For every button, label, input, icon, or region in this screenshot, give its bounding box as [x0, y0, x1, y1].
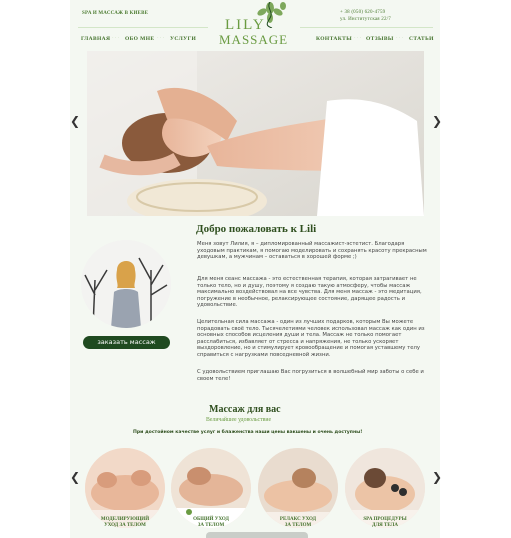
service-image-general[interactable] [171, 448, 251, 528]
nav-item-services[interactable]: УСЛУГИ [170, 36, 196, 42]
order-massage-button[interactable]: заказать массаж [83, 336, 170, 349]
bottom-tab[interactable] [206, 532, 308, 538]
nav-separator: · · · [157, 36, 165, 41]
welcome-paragraph: Меня зовут Лилия, я – дипломированный ма… [197, 241, 427, 260]
nav-separator: · · · [354, 36, 362, 41]
service-label-relax: РЕЛАКС УХОД ЗА ТЕЛОМ [258, 517, 338, 528]
chevron-left-icon[interactable]: ❮ [70, 470, 80, 484]
service-label-general: ОБЩИЙ УХОД ЗА ТЕЛОМ [171, 517, 251, 528]
services-title: Массаж для вас [209, 404, 281, 415]
service-label-line: SPA ПРОЦЕДУРЫ [363, 517, 407, 522]
nav-item-articles[interactable]: СТАТЬИ [409, 36, 434, 42]
chevron-left-icon[interactable]: ❮ [70, 114, 80, 128]
nav-item-reviews[interactable]: ОТЗЫВЫ [366, 36, 394, 42]
chevron-right-icon[interactable]: ❯ [432, 470, 442, 484]
service-label-modeling: МОДЕЛИРУЮЩИЙ УХОД ЗА ТЕЛОМ [85, 517, 165, 528]
chevron-right-icon[interactable]: ❯ [432, 114, 442, 128]
services-subtitle: Величайшее удовольствие [206, 417, 272, 423]
services-note: При достойном качестве услуг и блаженств… [133, 430, 363, 435]
hero-slide-image [87, 51, 424, 216]
welcome-title: Добро пожаловать к Lili [196, 223, 317, 235]
nav-separator: · · · [396, 36, 404, 41]
nav-item-home[interactable]: ГЛАВНАЯ [81, 36, 110, 42]
welcome-paragraph: С удовольствием приглашаю Вас погрузитьс… [197, 369, 424, 382]
header-divider-right [300, 27, 433, 28]
therapist-photo [81, 240, 171, 328]
service-label-line: ДЛЯ ТЕЛА [372, 522, 398, 528]
service-label-spa: SPA ПРОЦЕДУРЫ ДЛЯ ТЕЛА [345, 517, 425, 528]
service-label-line: ЗА ТЕЛОМ [284, 522, 312, 528]
service-label-line: МОДЕЛИРУЮЩИЙ [100, 517, 150, 522]
site-tagline: SPA И МАССАЖ В КИЕВЕ [82, 11, 149, 16]
service-image-modeling[interactable] [85, 448, 165, 528]
page: SPA И МАССАЖ В КИЕВЕ + 38 (050) 620-4759… [0, 0, 511, 538]
nav-item-about[interactable]: ОБО МНЕ [125, 36, 154, 42]
service-image-relax[interactable] [258, 448, 338, 528]
service-label-line: РЕЛАКС УХОД [279, 517, 317, 522]
nav-item-contacts[interactable]: КОНТАКТЫ [316, 36, 352, 42]
service-image-spa[interactable] [345, 448, 425, 528]
header-divider-left [78, 27, 208, 28]
welcome-paragraph: Для меня сеанс массажа - это естественна… [197, 276, 422, 308]
nav-separator: · · · [112, 36, 120, 41]
service-label-line: УХОД ЗА ТЕЛОМ [104, 522, 146, 528]
address: ул. Институтская 22/7 [340, 17, 391, 22]
phone-number[interactable]: + 38 (050) 620-4759 [340, 10, 385, 15]
logo-text-massage[interactable]: MASSAGE [219, 32, 288, 48]
service-label-line: ЗА ТЕЛОМ [197, 522, 225, 528]
service-label-line: ОБЩИЙ УХОД [193, 517, 229, 522]
welcome-paragraph: Целительная сила массажа - один из лучши… [197, 319, 425, 358]
